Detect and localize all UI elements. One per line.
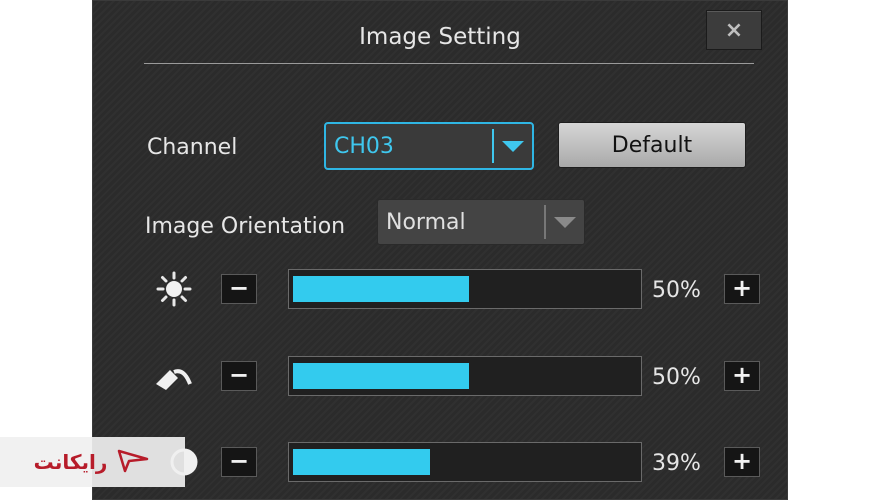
brightness-decrease-button[interactable]: − [221,274,257,304]
saturation-slider[interactable] [288,442,642,482]
watermark-text: رایکانت [33,450,108,474]
dialog-title: Image Setting [359,24,521,50]
image-setting-dialog: Image Setting × Channel CH03 Default Ima… [92,0,788,500]
brightness-increase-button[interactable]: + [724,274,760,304]
close-button[interactable]: × [706,10,762,50]
contrast-increase-button[interactable]: + [724,361,760,391]
contrast-decrease-button[interactable]: − [221,361,257,391]
contrast-icon [154,357,194,397]
saturation-percent: 39% [652,451,701,476]
title-divider [144,63,754,64]
brightness-slider-fill [293,276,469,302]
brightness-sun-icon [154,269,194,309]
orientation-select-divider [544,205,546,239]
brightness-percent: 50% [652,278,701,303]
saturation-increase-button[interactable]: + [724,447,760,477]
brightness-slider[interactable] [288,269,642,309]
default-button[interactable]: Default [558,122,746,168]
channel-select[interactable]: CH03 [324,122,534,170]
channel-select-value: CH03 [334,133,394,159]
contrast-slider-fill [293,363,469,389]
saturation-decrease-button[interactable]: − [221,447,257,477]
watermark-logo-icon [115,445,151,479]
watermark: رایکانت [0,437,185,487]
chevron-down-icon[interactable] [502,140,524,152]
saturation-slider-fill [293,449,430,475]
orientation-select-value: Normal [386,209,466,235]
contrast-slider[interactable] [288,356,642,396]
orientation-select[interactable]: Normal [377,199,585,245]
contrast-percent: 50% [652,365,701,390]
image-orientation-label: Image Orientation [145,214,346,239]
channel-label: Channel [147,135,238,160]
chevron-down-icon[interactable] [554,216,576,228]
channel-select-divider [492,129,494,163]
